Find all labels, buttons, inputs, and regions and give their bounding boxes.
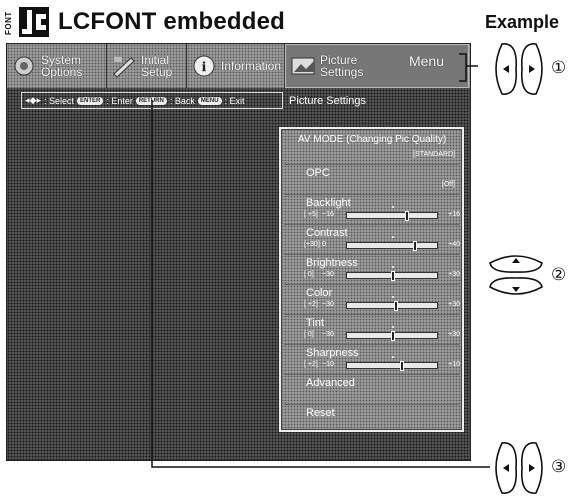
left-right-buttons-icon-2	[495, 442, 543, 494]
up-down-buttons-icon	[489, 255, 543, 295]
step-3-label: ③	[551, 457, 567, 476]
step-1-label: ①	[551, 58, 567, 77]
step-2-label: ②	[551, 265, 567, 284]
left-right-buttons-icon	[495, 43, 543, 95]
